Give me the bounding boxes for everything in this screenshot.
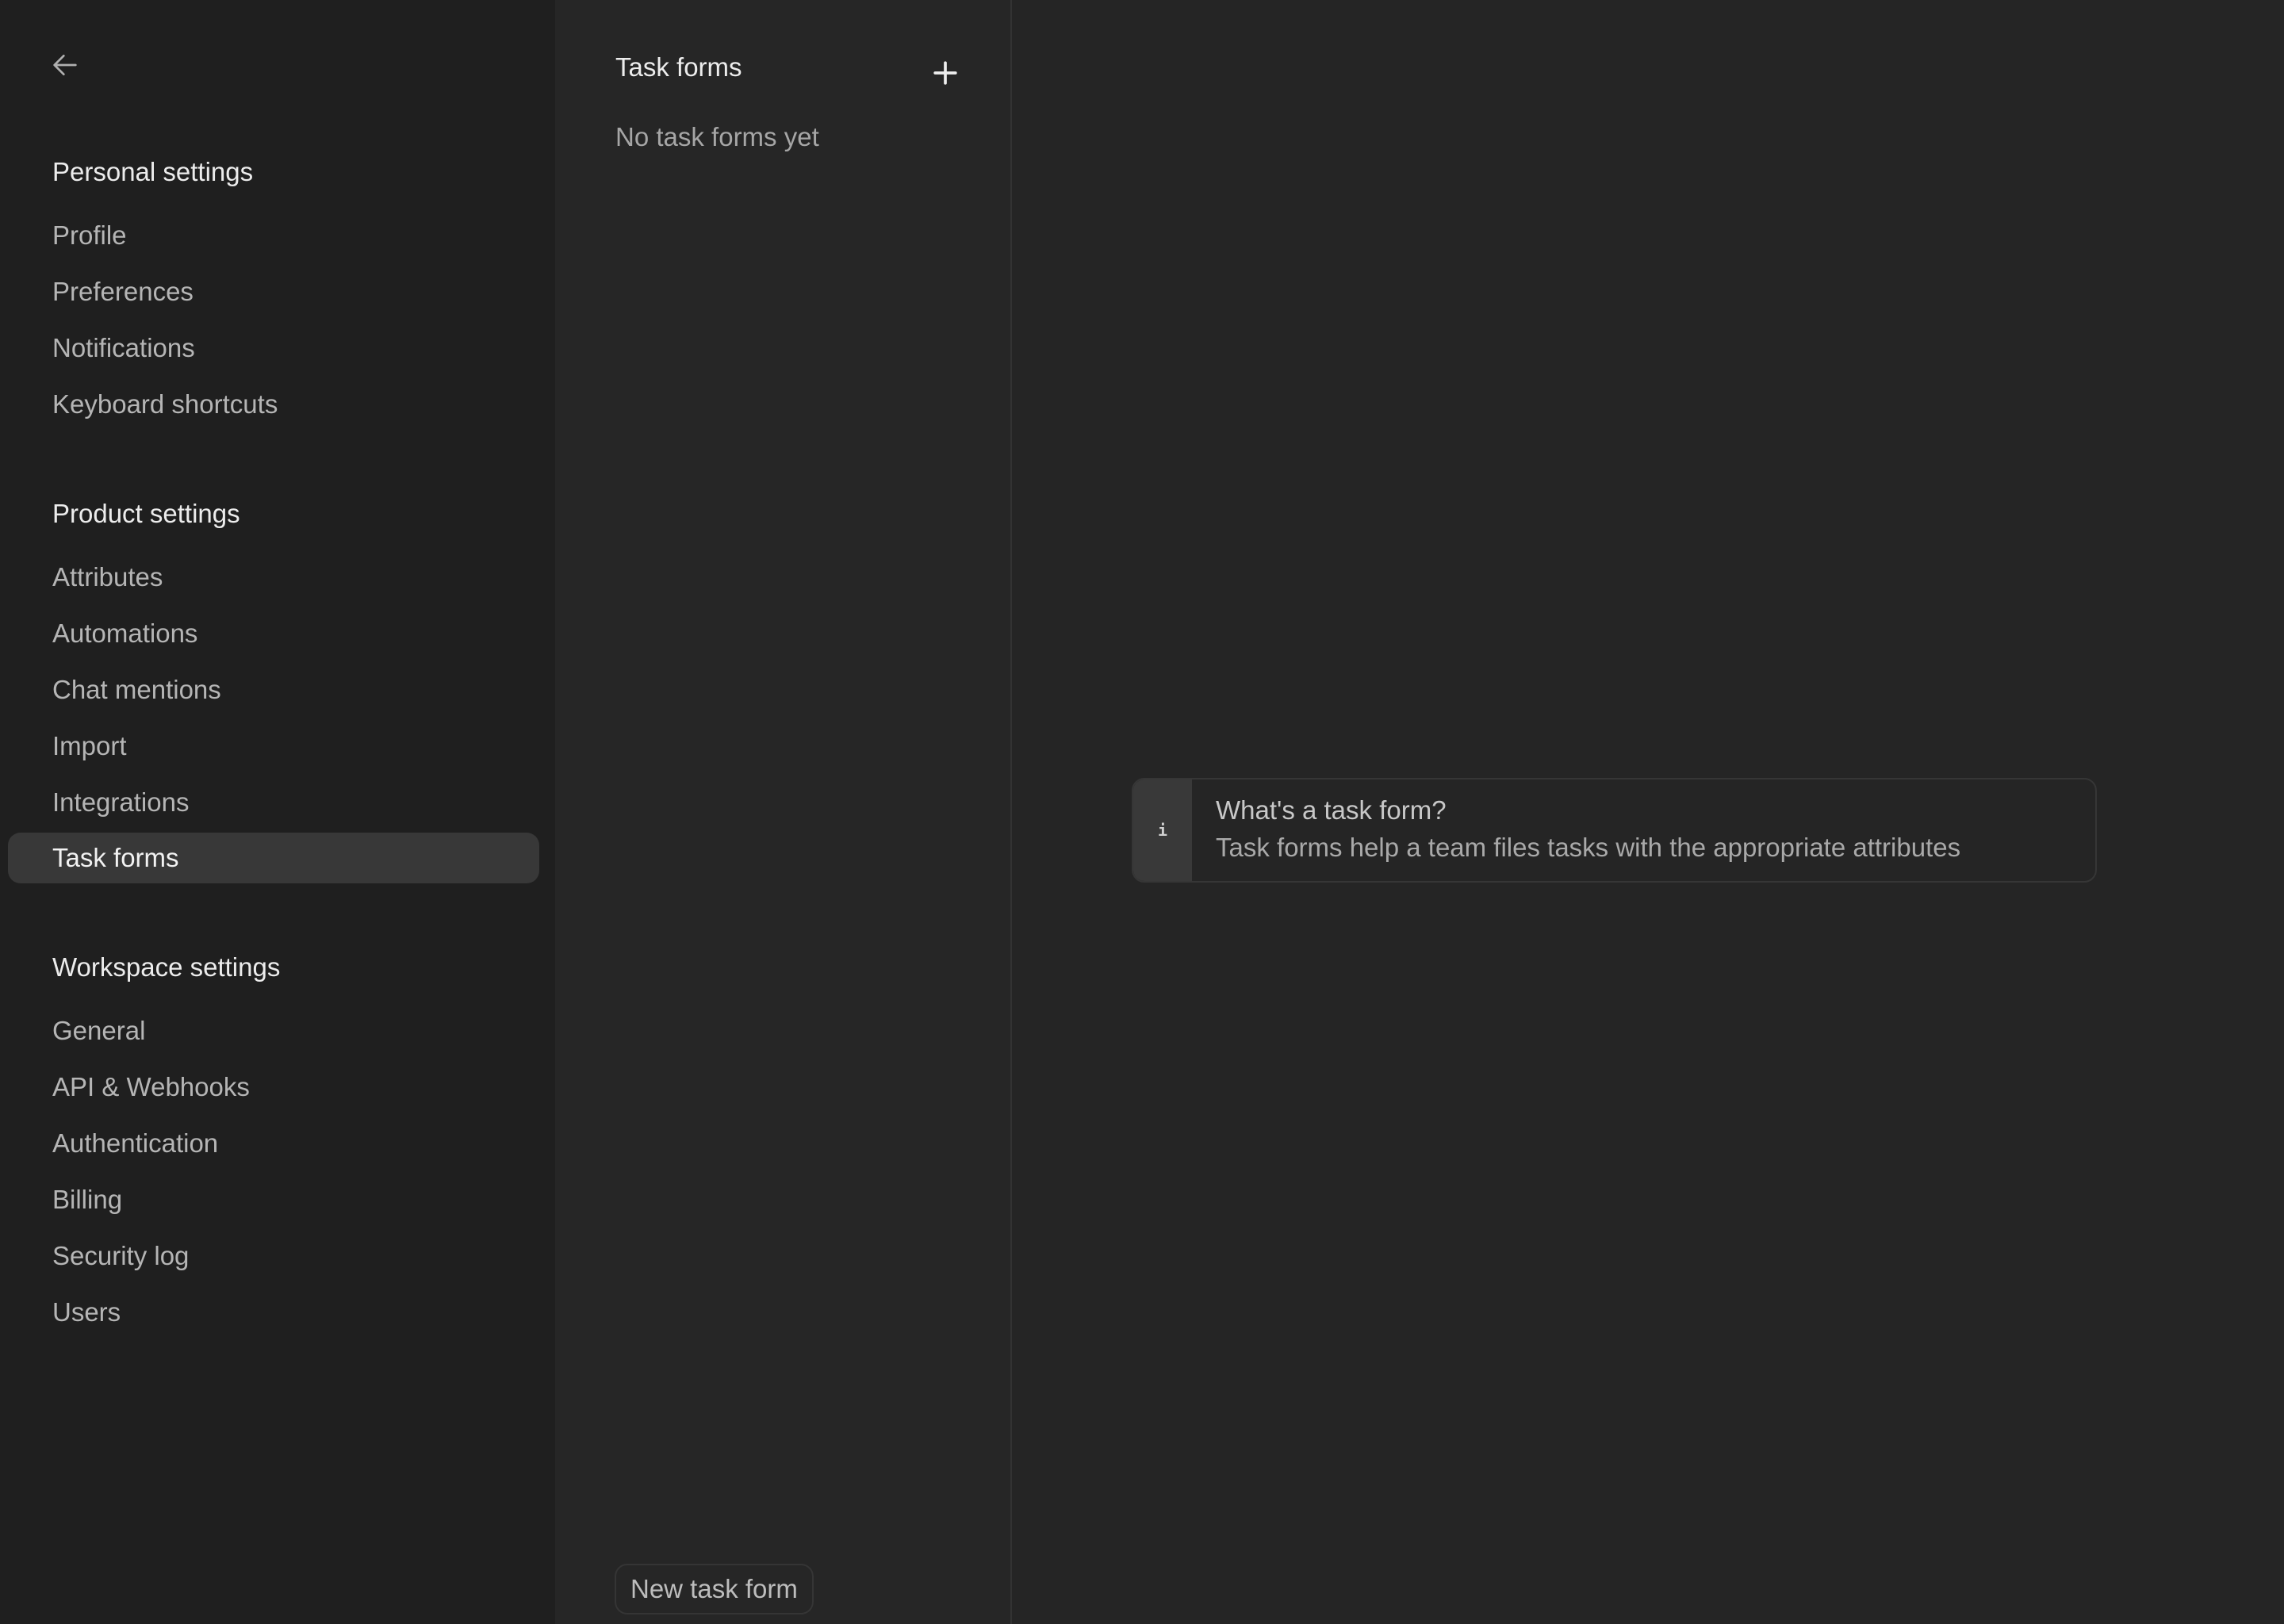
sidebar-item-users[interactable]: Users [8,1287,539,1338]
sidebar-item-label: Users [52,1297,121,1327]
sidebar-item-billing[interactable]: Billing [8,1174,539,1225]
info-icon: i [1157,821,1168,840]
info-icon-strip: i [1133,779,1192,881]
info-callout: i What's a task form? Task forms help a … [1132,778,2097,883]
sidebar-item-chat-mentions[interactable]: Chat mentions [8,665,539,715]
sidebar-item-import[interactable]: Import [8,721,539,772]
sidebar-item-task-forms[interactable]: Task forms [8,833,539,883]
section-title-workspace: Workspace settings [52,952,281,982]
sidebar-item-label: Authentication [52,1128,219,1158]
sidebar-item-label: API & Webhooks [52,1072,250,1101]
empty-state-text: No task forms yet [615,122,819,151]
sidebar-item-label: Import [52,731,127,760]
sidebar-item-integrations[interactable]: Integrations [8,777,539,828]
sidebar-item-label: Billing [52,1185,123,1214]
add-task-form-button[interactable] [928,56,963,90]
task-forms-list-panel: Task forms No task forms yet New task fo… [555,0,1012,1624]
sidebar-item-label: Profile [52,220,127,250]
plus-icon [933,61,957,85]
sidebar-item-authentication[interactable]: Authentication [8,1118,539,1169]
sidebar-item-attributes[interactable]: Attributes [8,552,539,603]
sidebar-item-label: Integrations [52,787,190,817]
sidebar-item-label: Preferences [52,277,194,306]
sidebar-item-automations[interactable]: Automations [8,608,539,659]
section-title-personal: Personal settings [52,157,254,186]
sidebar-item-api-webhooks[interactable]: API & Webhooks [8,1062,539,1113]
sidebar-item-notifications[interactable]: Notifications [8,323,539,373]
sidebar-item-label: Keyboard shortcuts [52,389,278,419]
back-button[interactable] [49,49,87,82]
info-description: Task forms help a team files tasks with … [1216,833,1961,862]
sidebar-item-label: Task forms [52,843,179,872]
sidebar-item-label: Automations [52,619,198,648]
sidebar-item-preferences[interactable]: Preferences [8,266,539,317]
sidebar-item-label: General [52,1016,146,1045]
sidebar-item-label: Chat mentions [52,675,221,704]
sidebar-item-keyboard-shortcuts[interactable]: Keyboard shortcuts [8,379,539,430]
sidebar-item-security-log[interactable]: Security log [8,1231,539,1281]
section-title-product: Product settings [52,499,240,528]
sidebar-item-profile[interactable]: Profile [8,210,539,261]
arrow-left-icon [53,55,77,75]
main-content: i What's a task form? Task forms help a … [1012,0,2284,1624]
sidebar-item-label: Notifications [52,333,195,362]
sidebar-item-label: Security log [52,1241,190,1270]
new-task-form-button[interactable]: New task form [615,1564,814,1614]
panel-title: Task forms [615,52,742,82]
sidebar-item-general[interactable]: General [8,1005,539,1056]
settings-sidebar: Personal settings Profile Preferences No… [0,0,555,1624]
info-title: What's a task form? [1216,795,1447,825]
sidebar-item-label: Attributes [52,562,163,592]
